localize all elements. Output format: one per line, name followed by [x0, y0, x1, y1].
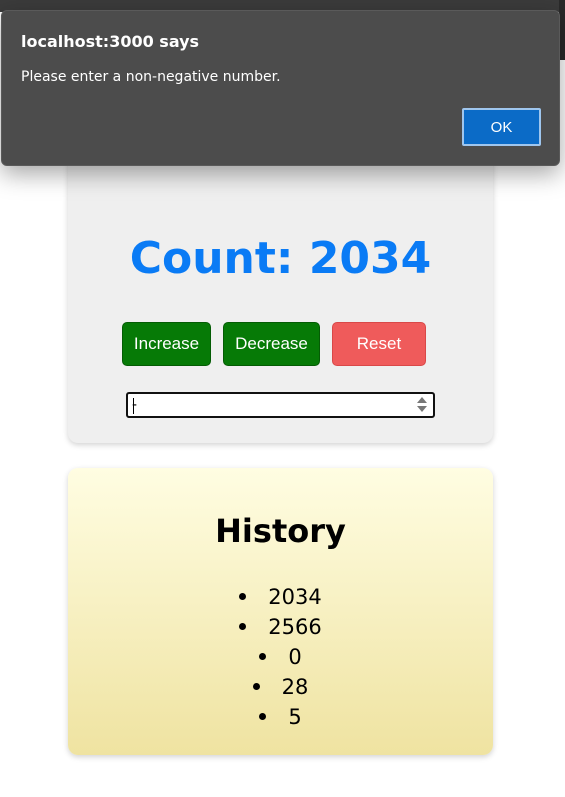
history-item-value: 5 [288, 705, 302, 729]
bullet-icon [239, 592, 247, 600]
history-item: 2034 [68, 582, 493, 612]
counter-card: Count: 2034 Increase Decrease Reset - [68, 150, 493, 443]
history-title: History [215, 512, 346, 550]
bullet-icon [252, 682, 260, 690]
spinner-up-icon[interactable] [417, 397, 427, 403]
dialog-title: localhost:3000 says [21, 32, 200, 51]
dialog-message: Please enter a non-negative number. [21, 69, 281, 85]
increase-button[interactable]: Increase [122, 322, 211, 366]
count-display: Count: 2034 [129, 233, 432, 284]
text-caret [133, 398, 134, 414]
number-input[interactable]: - [126, 392, 435, 418]
bullet-icon [259, 652, 267, 660]
alert-dialog: localhost:3000 says Please enter a non-n… [1, 10, 560, 166]
history-item: 2566 [68, 612, 493, 642]
decrease-button[interactable]: Decrease [223, 322, 320, 366]
history-item: 5 [68, 702, 493, 732]
history-item-value: 0 [288, 645, 302, 669]
history-item-value: 28 [281, 675, 309, 699]
spinner-down-icon[interactable] [417, 406, 427, 412]
bullet-icon [259, 712, 267, 720]
history-item: 28 [68, 672, 493, 702]
history-item: 0 [68, 642, 493, 672]
reset-button[interactable]: Reset [332, 322, 426, 366]
ok-button[interactable]: OK [462, 108, 541, 146]
number-spinner[interactable] [417, 396, 427, 414]
history-item-value: 2034 [268, 585, 322, 609]
history-list: 2034 2566 0 28 5 [68, 582, 493, 732]
history-card: History 2034 2566 0 28 5 [68, 468, 493, 755]
history-item-value: 2566 [268, 615, 322, 639]
bullet-icon [239, 622, 247, 630]
